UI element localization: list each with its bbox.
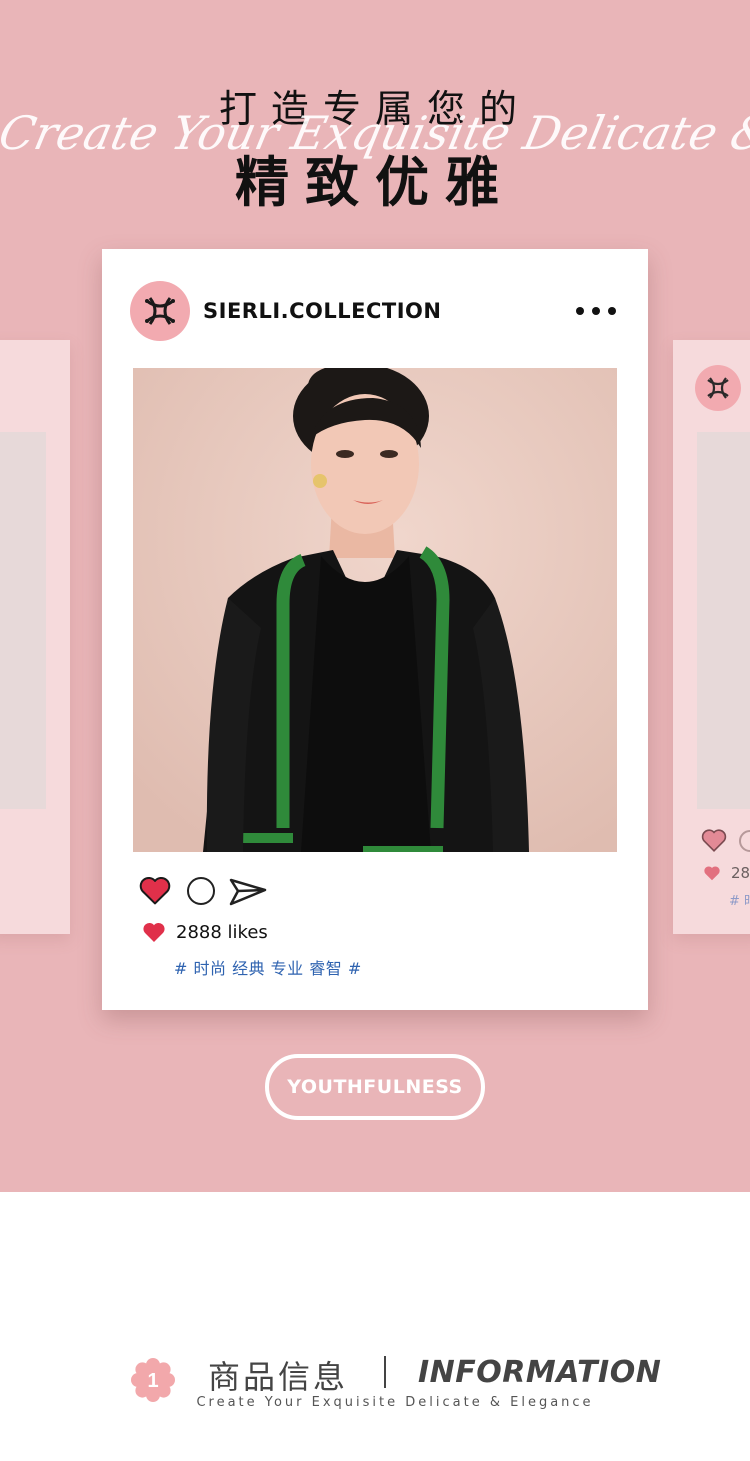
side-card-left-image (0, 432, 46, 809)
heading-line2: 精致优雅 (235, 151, 515, 214)
side-card-likes: 288 (731, 864, 750, 882)
info-subtitle: Create Your Exquisite Delicate & Eleganc… (196, 1395, 594, 1410)
post-card: SIERLI.COLLECTION 2888 likes # 时尚 经典 专业 … (102, 249, 648, 1010)
side-card-right: 288 # 时 (673, 340, 750, 934)
side-card-left (0, 340, 70, 934)
share-icon[interactable] (228, 876, 268, 908)
youthfulness-pill[interactable]: YOUTHFULNESS (265, 1054, 485, 1120)
info-title-en: INFORMATION (418, 1355, 662, 1390)
side-card-right-image (697, 432, 750, 809)
side-card-tag: # 时 (729, 894, 750, 909)
post-photo (133, 368, 617, 852)
comment-icon[interactable] (187, 877, 215, 905)
side-card-small-heart-icon (704, 866, 720, 881)
info-title-cn: 商品信息 (208, 1358, 349, 1396)
logo-icon (145, 297, 175, 325)
account-name[interactable]: SIERLI.COLLECTION (203, 299, 441, 323)
badge-number: 1 (147, 1370, 158, 1392)
more-icon[interactable] (576, 305, 616, 317)
likes-heart-icon (143, 923, 165, 942)
side-card-heart-icon (701, 829, 727, 852)
pill-label: YOUTHFULNESS (287, 1076, 463, 1098)
info-divider (384, 1356, 386, 1388)
avatar[interactable] (130, 281, 190, 341)
hashtags[interactable]: # 时尚 经典 专业 睿智 # (174, 955, 362, 979)
heart-icon[interactable] (138, 874, 172, 906)
likes-count: 2888 likes (176, 922, 268, 943)
side-card-logo-icon (695, 365, 741, 411)
side-card-comment-icon (739, 830, 750, 852)
